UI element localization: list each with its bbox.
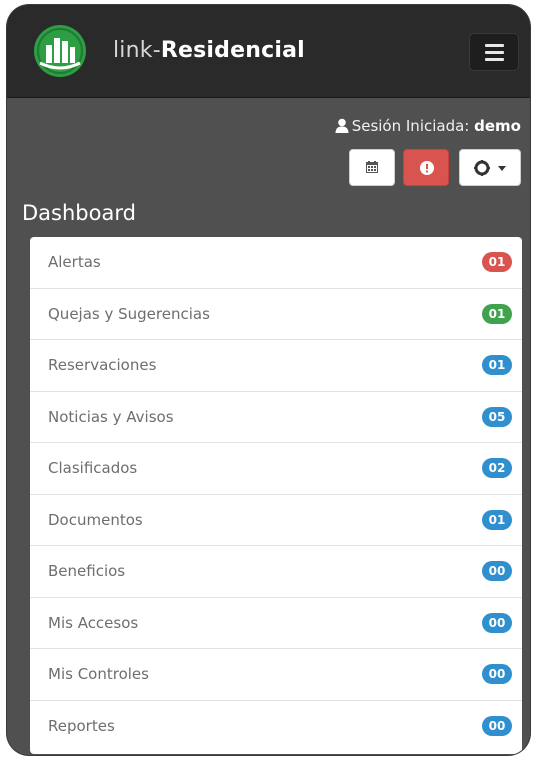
- settings-dropdown-button[interactable]: [459, 149, 521, 186]
- caret-down-icon: [498, 166, 506, 171]
- exclamation-icon: [420, 161, 434, 175]
- list-item-label: Beneficios: [48, 562, 126, 580]
- calendar-button[interactable]: [349, 149, 395, 186]
- list-item-label: Reportes: [48, 716, 115, 735]
- count-badge: 00: [482, 612, 512, 633]
- count-badge: 01: [482, 355, 512, 375]
- list-item-clasificados[interactable]: Clasificados 02: [30, 443, 522, 495]
- list-item-noticias-y-avisos[interactable]: Noticias y Avisos 05: [30, 392, 522, 443]
- list-item-label: Alertas: [48, 253, 101, 271]
- list-item-alertas[interactable]: Alertas 01: [30, 237, 522, 289]
- hamburger-icon: [485, 51, 504, 54]
- count-badge: 00: [482, 561, 512, 581]
- page-title: Dashboard: [22, 201, 136, 225]
- list-item-reservaciones[interactable]: Reservaciones 01: [30, 340, 522, 392]
- list-item-label: Quejas y Sugerencias: [48, 304, 210, 323]
- list-item-quejas-y-sugerencias[interactable]: Quejas y Sugerencias 01: [30, 289, 522, 340]
- count-badge: 01: [482, 252, 512, 272]
- brand-name: Residencial: [160, 38, 305, 63]
- alerts-button[interactable]: [403, 149, 449, 186]
- list-item-label: Mis Controles: [48, 665, 149, 683]
- count-badge: 02: [482, 458, 512, 478]
- list-item-label: Reservaciones: [48, 356, 157, 374]
- session-label: Sesión Iniciada:: [351, 117, 470, 135]
- dashboard-list: Alertas 01 Quejas y Sugerencias 01 Reser…: [30, 237, 522, 754]
- list-item-beneficios[interactable]: Beneficios 00: [30, 546, 522, 598]
- count-badge: 01: [482, 303, 512, 324]
- hamburger-icon: [485, 58, 504, 61]
- hamburger-icon: [485, 44, 504, 47]
- app-screen: link-Residencial Sesión Iniciada: demo D…: [7, 5, 530, 755]
- list-item-label: Mis Accesos: [48, 613, 139, 632]
- gear-icon: [474, 160, 490, 176]
- list-item-mis-controles[interactable]: Mis Controles 00: [30, 649, 522, 701]
- navbar: link-Residencial: [7, 5, 530, 98]
- list-item-reportes[interactable]: Reportes 00: [30, 701, 522, 753]
- list-item-documentos[interactable]: Documentos 01: [30, 495, 522, 546]
- user-icon: [335, 118, 349, 137]
- session-user: demo: [474, 117, 521, 135]
- list-item-mis-accesos[interactable]: Mis Accesos 00: [30, 598, 522, 649]
- calendar-icon: [366, 161, 378, 173]
- brand-prefix: link-: [113, 38, 161, 63]
- brand-title: link-Residencial: [113, 38, 305, 63]
- list-item-label: Clasificados: [48, 459, 138, 477]
- count-badge: 01: [482, 509, 512, 530]
- list-item-label: Documentos: [48, 510, 143, 529]
- list-item-label: Noticias y Avisos: [48, 407, 174, 426]
- building-logo-icon[interactable]: [32, 23, 88, 79]
- menu-toggle-button[interactable]: [469, 33, 519, 71]
- count-badge: 05: [482, 406, 512, 427]
- count-badge: 00: [482, 664, 512, 684]
- session-status: Sesión Iniciada: demo: [335, 117, 521, 137]
- count-badge: 00: [482, 715, 512, 736]
